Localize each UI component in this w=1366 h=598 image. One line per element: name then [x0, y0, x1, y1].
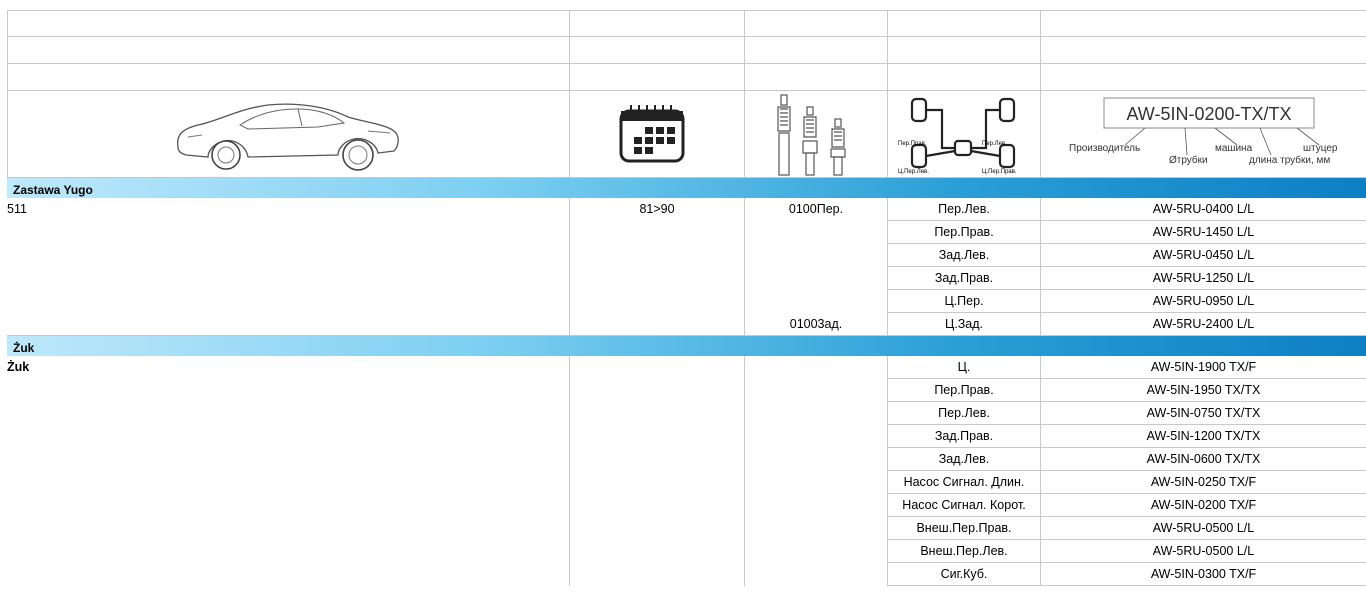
brand-name: Zastawa Yugo — [13, 183, 93, 197]
header-row-empty — [7, 10, 1366, 37]
table-row: Сиг.Куб. AW-5IN-0300 TX/F — [7, 563, 1366, 586]
part-number-cell: AW-5RU-0500 L/L — [1041, 517, 1366, 540]
part-number-cell: AW-5IN-0300 TX/F — [1041, 563, 1366, 586]
position-cell: Зад.Лев. — [888, 448, 1041, 471]
code-cell: 01003ад. — [745, 313, 888, 336]
year-column-header — [570, 91, 745, 178]
position-cell: Ц.Зад. — [888, 313, 1041, 336]
tube-length-label: длина трубки, мм — [1249, 154, 1330, 166]
brand-banner: Zastawa Yugo — [7, 178, 1366, 198]
table-row: Зад.Прав. AW-5IN-1200 TX/TX — [7, 425, 1366, 448]
code-cell: 0100Пер. — [745, 198, 888, 221]
position-cell: Пер.Прав. — [888, 379, 1041, 402]
front-right-label: Пер.Прав. — [898, 141, 927, 147]
model-name: 511 — [7, 202, 27, 216]
position-cell: Пер.Прав. — [888, 221, 1041, 244]
header-row-empty — [7, 37, 1366, 64]
brand-name: Żuk — [13, 341, 35, 355]
model-name: Żuk — [7, 360, 30, 374]
axle-column-header: Пер.Прав. Пер.Лев. Ц.Пер.Лев. Ц.Пер.Прав… — [888, 91, 1041, 178]
center-rear-left-label: Ц.Пер.Лев. — [898, 169, 929, 175]
catalog-sheet: Пер.Прав. Пер.Лев. Ц.Пер.Лев. Ц.Пер.Прав… — [7, 10, 1366, 586]
position-cell: Внеш.Пер.Лев. — [888, 540, 1041, 563]
car-label: машина — [1215, 143, 1253, 154]
table-row: Пер.Лев. AW-5IN-0750 TX/TX — [7, 402, 1366, 425]
part-number-cell: AW-5RU-0400 L/L — [1041, 198, 1366, 221]
table-row: Пер.Прав. AW-5RU-1450 L/L — [7, 221, 1366, 244]
table-row: Насос Сигнал. Корот. AW-5IN-0200 TX/F — [7, 494, 1366, 517]
part-number-cell: AW-5IN-1200 TX/TX — [1041, 425, 1366, 448]
table-row: Żuk Ц. AW-5IN-1900 TX/F — [7, 356, 1366, 379]
icon-header-row: Пер.Прав. Пер.Лев. Ц.Пер.Лев. Ц.Пер.Прав… — [7, 91, 1366, 178]
part-number-cell: AW-5IN-0250 TX/F — [1041, 471, 1366, 494]
table-row: Зад.Лев. AW-5IN-0600 TX/TX — [7, 448, 1366, 471]
part-number-cell: AW-5RU-1250 L/L — [1041, 267, 1366, 290]
model-cell: 511 — [7, 198, 570, 221]
table-row: Насос Сигнал. Длин. AW-5IN-0250 TX/F — [7, 471, 1366, 494]
brand-banner: Żuk — [7, 336, 1366, 356]
fitting-column-header — [745, 91, 888, 178]
car-column-header — [7, 91, 570, 178]
part-number-cell: AW-5RU-0950 L/L — [1041, 290, 1366, 313]
center-rear-right-label: Ц.Пер.Прав. — [982, 169, 1017, 175]
code-legend-header: AW-5IN-0200-TX/TX Производитель машина ш… — [1041, 91, 1366, 178]
position-cell: Пер.Лев. — [888, 402, 1041, 425]
calendar-icon — [619, 105, 685, 163]
table-row: Зад.Прав. AW-5RU-1250 L/L — [7, 267, 1366, 290]
years-cell: 81>90 — [570, 198, 745, 221]
table-row: Внеш.Пер.Лев. AW-5RU-0500 L/L — [7, 540, 1366, 563]
fitting-label: штуцер — [1303, 143, 1338, 154]
table-row: Пер.Прав. AW-5IN-1950 TX/TX — [7, 379, 1366, 402]
table-row: Внеш.Пер.Прав. AW-5RU-0500 L/L — [7, 517, 1366, 540]
position-cell: Насос Сигнал. Корот. — [888, 494, 1041, 517]
part-code-legend: AW-5IN-0200-TX/TX Производитель машина ш… — [1069, 97, 1338, 166]
front-left-label: Пер.Лев. — [982, 141, 1007, 147]
position-cell: Внеш.Пер.Прав. — [888, 517, 1041, 540]
model-cell: Żuk — [7, 356, 570, 379]
table-row: 511 81>90 0100Пер. Пер.Лев. AW-5RU-0400 … — [7, 198, 1366, 221]
part-number-cell: AW-5RU-2400 L/L — [1041, 313, 1366, 336]
part-number-cell: AW-5RU-1450 L/L — [1041, 221, 1366, 244]
part-number-cell: AW-5IN-0200 TX/F — [1041, 494, 1366, 517]
car-icon — [176, 103, 399, 171]
position-cell: Зад.Прав. — [888, 425, 1041, 448]
part-number-cell: AW-5IN-0750 TX/TX — [1041, 402, 1366, 425]
position-cell: Сиг.Куб. — [888, 563, 1041, 586]
part-number-cell: AW-5RU-0450 L/L — [1041, 244, 1366, 267]
brake-fittings-icon — [777, 94, 846, 176]
position-cell: Пер.Лев. — [888, 198, 1041, 221]
tube-diameter-label: Øтрубки — [1169, 154, 1208, 166]
code-sample-text: AW-5IN-0200-TX/TX — [1126, 104, 1291, 124]
table-row: Ц.Пер. AW-5RU-0950 L/L — [7, 290, 1366, 313]
position-cell: Зад.Лев. — [888, 244, 1041, 267]
manufacturer-label: Производитель — [1069, 143, 1140, 154]
header-row-empty — [7, 64, 1366, 91]
position-cell: Ц. — [888, 356, 1041, 379]
part-number-cell: AW-5RU-0500 L/L — [1041, 540, 1366, 563]
part-number-cell: AW-5IN-0600 TX/TX — [1041, 448, 1366, 471]
table-row: Зад.Лев. AW-5RU-0450 L/L — [7, 244, 1366, 267]
axle-diagram-icon: Пер.Прав. Пер.Лев. Ц.Пер.Лев. Ц.Пер.Прав… — [898, 97, 1017, 175]
table-row: 01003ад. Ц.Зад. AW-5RU-2400 L/L — [7, 313, 1366, 336]
position-cell: Ц.Пер. — [888, 290, 1041, 313]
position-cell: Зад.Прав. — [888, 267, 1041, 290]
part-number-cell: AW-5IN-1950 TX/TX — [1041, 379, 1366, 402]
part-number-cell: AW-5IN-1900 TX/F — [1041, 356, 1366, 379]
position-cell: Насос Сигнал. Длин. — [888, 471, 1041, 494]
